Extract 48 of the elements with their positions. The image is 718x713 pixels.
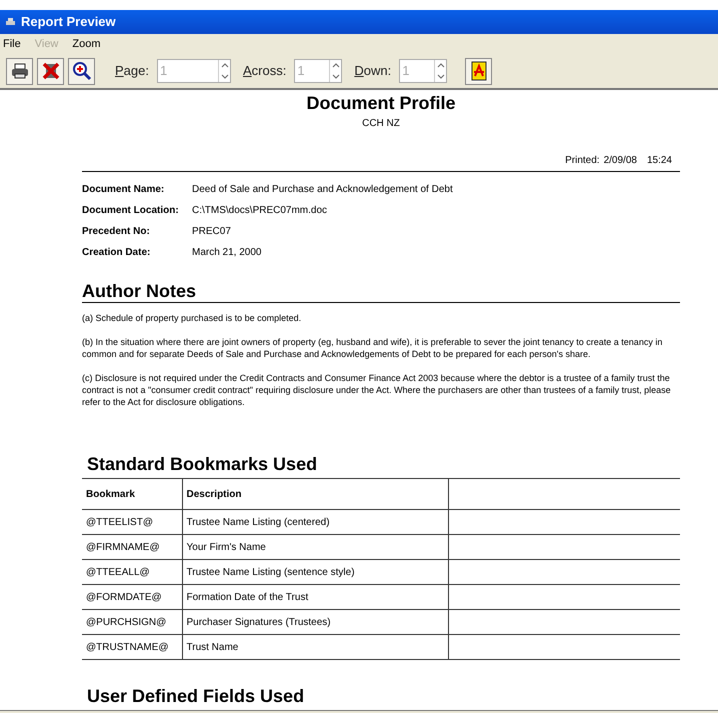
close-button[interactable]: [37, 58, 64, 84]
document-subtitle: CCH NZ: [361, 117, 401, 131]
printer-icon: [10, 63, 28, 79]
section-heading: User Defined Fields Used: [87, 685, 306, 707]
table-cell: Purchaser Signatures (Trustees): [182, 610, 448, 634]
table-cell: Trust Name: [182, 634, 448, 660]
print-button[interactable]: [6, 58, 33, 84]
field-value: C:\TMS\docs\PREC07mm.doc: [192, 204, 328, 218]
zoom-in-icon: [72, 61, 92, 81]
table-cell: @TTEELIST@: [82, 510, 182, 534]
table-cell: @TRUSTNAME@: [82, 634, 182, 660]
printer-icon: [6, 18, 15, 26]
table-cell: @TTEEALL@: [82, 560, 182, 584]
section-heading: Author Notes: [82, 280, 680, 303]
note-paragraph: (b) In the situation where there are joint owners of property (eg, husband and wife), it is preferable to sever the joint tenancy to create a tenancy in common and for separate Deeds of Sale and Purchase and Acknowledgements of Debt to be prepared for each person's share.: [82, 336, 664, 360]
close-icon: [42, 62, 60, 80]
note-paragraph: (c) Disclosure is not required under the Credit Contracts and Consumer Finance Act 2003 because where the debtor is a trustee of a family trust the contract is not a "consumer credit contract" requiring disclosure under the Act. Where the purchasers are other than trustees of a family trust, please refer to the Act for disclosure obligations.: [82, 372, 672, 408]
table-cell: @PURCHSIGN@: [82, 610, 182, 634]
table-cell: Formation Date of the Trust: [182, 584, 448, 610]
column-header: Bookmark: [82, 478, 182, 510]
table-cell: Trustee Name Listing (sentence style): [182, 560, 448, 584]
section-heading: Standard Bookmarks Used: [87, 453, 318, 475]
printed-label: Printed:: [565, 154, 600, 168]
table-cell: @FIRMNAME@: [82, 534, 182, 560]
field-value: March 21, 2000: [192, 246, 262, 260]
field-label: Document Location:: [82, 204, 180, 218]
field-value: PREC07: [192, 225, 231, 239]
column-header: Description: [182, 478, 448, 510]
printed-time: 15:24: [646, 154, 672, 168]
document-title: Document Profile: [305, 92, 457, 114]
spinner-label: Across:: [242, 62, 286, 80]
window-title: Report Preview: [21, 13, 116, 32]
pdf-icon: [470, 61, 487, 81]
printed-date: 2/09/08: [604, 154, 637, 168]
table-cell: @FORMDATE@: [82, 584, 182, 610]
pdf-export-button[interactable]: [465, 58, 492, 84]
field-value: Deed of Sale and Purchase and Acknowledgement of Debt: [192, 183, 453, 197]
spinner-label: Down:: [354, 62, 392, 80]
field-label: Precedent No:: [82, 225, 151, 239]
spinner-label: Page:: [115, 62, 149, 80]
menu-item[interactable]: Zoom: [72, 36, 101, 52]
table-cell: Trustee Name Listing (centered): [182, 510, 448, 534]
note-paragraph: (a) Schedule of property purchased is to be completed.: [82, 312, 302, 324]
zoom-in-button[interactable]: [68, 58, 95, 84]
menu-item[interactable]: File: [3, 36, 21, 52]
field-label: Creation Date:: [82, 246, 152, 260]
table-cell: Your Firm's Name: [182, 534, 448, 560]
field-label: Document Name:: [82, 183, 166, 197]
